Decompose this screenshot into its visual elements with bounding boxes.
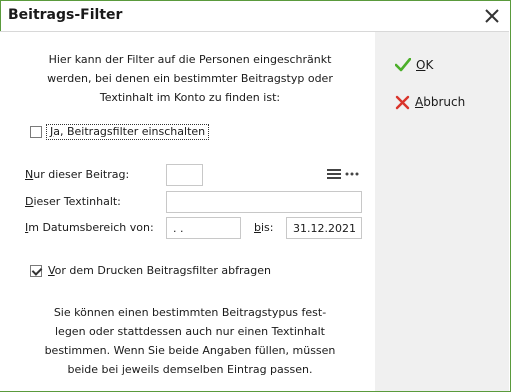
title-bar: Beitrags-Filter [1, 1, 510, 31]
button-panel [375, 31, 509, 391]
hint-line: legen oder stattdessen auch nur einen Te… [55, 325, 325, 338]
cancel-label: Abbruch [415, 95, 466, 109]
window-title: Beitrags-Filter [8, 7, 123, 23]
dialog-content: Hier kann der Filter auf die Personen ei… [0, 31, 375, 391]
text-label: Dieser Textinhalt: [25, 195, 121, 208]
bis-label: bis: [254, 221, 274, 234]
ok-button[interactable]: OK [395, 56, 433, 74]
beitrag-input[interactable] [166, 164, 203, 186]
beitrag-label: Nur dieser Beitrag: [25, 168, 130, 181]
text-input[interactable] [166, 191, 362, 213]
ask-before-print-checkbox[interactable] [30, 264, 42, 277]
date-range-label: Im Datumsbereich von: [25, 221, 154, 234]
beitrag-list-button[interactable] [324, 163, 362, 185]
cross-icon [395, 95, 410, 109]
intro-line: Hier kann der Filter auf die Personen ei… [48, 53, 332, 66]
intro-line: Textinhalt im Konto zu finden ist: [99, 91, 281, 104]
cancel-button[interactable]: Abbruch [395, 93, 465, 111]
enable-filter-label: Ja, Beitragsfilter einschalten [46, 124, 210, 140]
hint-line: bestimmen. Wenn Sie beide Angaben füllen… [44, 344, 336, 357]
hint-line: Sie können einen bestimmten Beitragstypu… [53, 306, 327, 319]
ask-before-print-row[interactable]: Vor dem Drucken Beitragsfilter abfragen [30, 264, 271, 277]
hint-line: beide bei jeweils demselben Eintrag pass… [67, 363, 313, 376]
intro-line: werden, bei denen ein bestimmter Beitrag… [47, 72, 333, 85]
enable-filter-row[interactable]: Ja, Beitragsfilter einschalten [30, 124, 210, 140]
list-icon [327, 169, 341, 179]
hint-text: Sie können einen bestimmten Beitragstypu… [30, 303, 350, 379]
ok-label: OK [416, 58, 434, 72]
close-icon [485, 9, 499, 23]
ask-before-print-label: Vor dem Drucken Beitragsfilter abfragen [48, 264, 271, 277]
close-button[interactable] [478, 3, 506, 29]
date-from-input[interactable]: . . [166, 217, 241, 239]
checkmark-icon [395, 58, 411, 72]
date-to-input[interactable]: 31.12.2021 [286, 217, 362, 239]
enable-filter-checkbox[interactable] [30, 126, 42, 138]
intro-text: Hier kann der Filter auf die Personen ei… [30, 50, 350, 107]
more-dots-icon [345, 172, 359, 176]
